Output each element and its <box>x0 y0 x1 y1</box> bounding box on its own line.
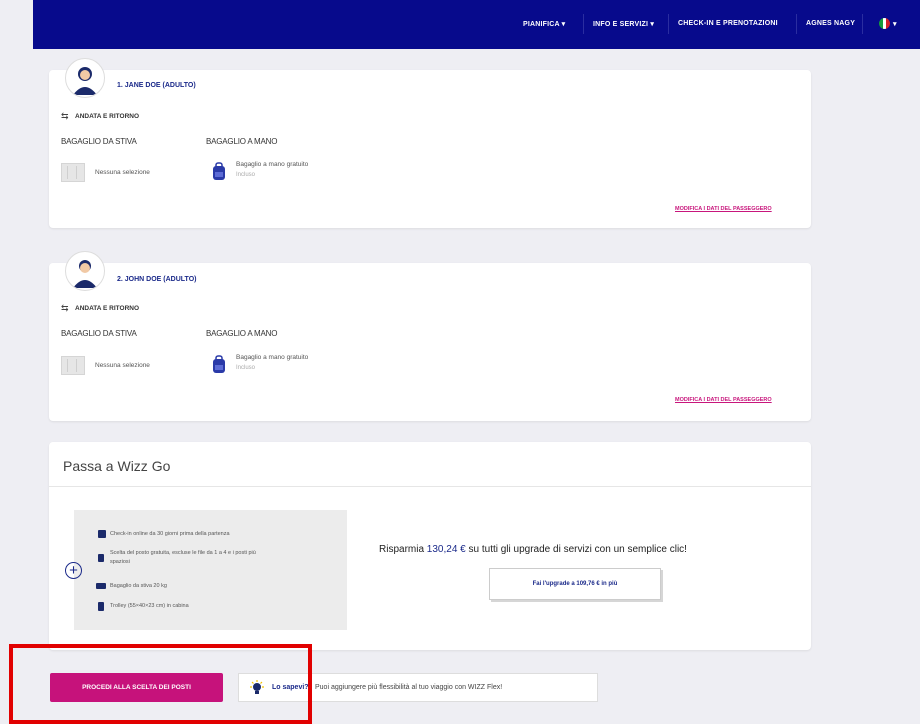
edit-passenger-link[interactable]: MODIFICA I DATI DEL PASSEGGERO <box>675 397 772 403</box>
calendar-icon <box>98 530 106 538</box>
suitcase-icon <box>61 356 85 375</box>
lightbulb-icon <box>250 680 264 694</box>
feature-item: Trolley (55×40×23 cm) in cabina <box>110 603 189 609</box>
nav-divider <box>668 14 669 34</box>
trip-type-label: ANDATA E RITORNO <box>75 113 140 120</box>
passenger-name: 2. JOHN DOE (ADULTO) <box>117 276 197 283</box>
tip-text: Puoi aggiungere più flessibilità al tuo … <box>315 684 503 691</box>
upgrade-button[interactable]: Fai l'upgrade a 109,76 € in più <box>489 568 661 600</box>
tip-heading: Lo sapevi? <box>272 684 309 691</box>
hold-baggage-heading: BAGAGLIO DA STIVA <box>61 329 137 338</box>
add-upgrade-plus-icon[interactable]: + <box>65 562 82 579</box>
nav-checkin-link[interactable]: CHECK-IN E PRENOTAZIONI <box>678 20 778 27</box>
feature-item: Scelta del posto gratuita, escluse le fi… <box>110 550 256 556</box>
suitcase-icon <box>61 163 85 182</box>
nav-user-menu[interactable]: AGNES NAGY <box>806 20 855 27</box>
hand-baggage-heading: BAGAGLIO A MANO <box>206 137 278 146</box>
wizz-go-title: Passa a Wizz Go <box>63 458 171 474</box>
hand-baggage-note: Incluso <box>236 172 256 178</box>
round-trip-icon: ⇆ <box>61 303 69 313</box>
nav-plan-menu[interactable]: PIANIFICA ▾ <box>523 20 565 28</box>
seat-icon <box>98 554 104 562</box>
luggage-icon <box>96 583 106 589</box>
divider <box>49 486 811 487</box>
nav-divider <box>796 14 797 34</box>
savings-text-suffix: su tutti gli upgrade di servizi con un s… <box>465 544 687 555</box>
nav-info-menu[interactable]: INFO E SERVIZI ▾ <box>593 20 654 28</box>
male-avatar-icon <box>65 251 105 291</box>
feature-item: Check-in online da 30 giorni prima della… <box>110 531 230 537</box>
savings-text-prefix: Risparmia <box>379 544 427 555</box>
passenger-card: 2. JOHN DOE (ADULTO) ⇆ ANDATA E RITORNO … <box>49 251 811 421</box>
passenger-name: 1. JANE DOE (ADULTO) <box>117 82 196 89</box>
savings-amount: 130,24 € <box>426 544 466 555</box>
feature-item: spaziosi <box>110 559 130 565</box>
hand-baggage-value: Bagaglio a mano gratuito <box>236 161 309 168</box>
hand-baggage-value: Bagaglio a mano gratuito <box>236 354 309 361</box>
hand-baggage-note: Incluso <box>236 365 256 371</box>
language-flag-icon[interactable] <box>879 18 890 29</box>
hand-baggage-heading: BAGAGLIO A MANO <box>206 329 278 338</box>
backpack-icon <box>213 162 225 180</box>
trip-type-label: ANDATA E RITORNO <box>75 305 140 312</box>
tip-banner: Lo sapevi? Puoi aggiungere più flessibil… <box>238 673 598 702</box>
feature-item: Bagaglio da stiva 20 kg <box>110 583 167 589</box>
nav-divider <box>583 14 584 34</box>
trolley-icon <box>98 602 104 611</box>
upgrade-features-box: Check-in online da 30 giorni prima della… <box>74 510 347 630</box>
round-trip-icon: ⇆ <box>61 111 69 121</box>
passenger-card: 1. JANE DOE (ADULTO) ⇆ ANDATA E RITORNO … <box>49 58 811 228</box>
nav-divider <box>862 14 863 34</box>
hold-baggage-value: Nessuna selezione <box>95 169 150 176</box>
wizz-go-card: Passa a Wizz Go Check-in online da 30 gi… <box>49 442 811 650</box>
top-nav-bar: PIANIFICA ▾ INFO E SERVIZI ▾ CHECK-IN E … <box>33 0 920 49</box>
backpack-icon <box>213 355 225 373</box>
hold-baggage-value: Nessuna selezione <box>95 362 150 369</box>
edit-passenger-link[interactable]: MODIFICA I DATI DEL PASSEGGERO <box>675 206 772 212</box>
female-avatar-icon <box>65 58 105 98</box>
proceed-to-seat-selection-button[interactable]: PROCEDI ALLA SCELTA DEI POSTI <box>50 673 223 702</box>
language-dropdown-icon[interactable]: ▾ <box>893 20 897 28</box>
savings-message: Risparmia 130,24 € su tutti gli upgrade … <box>379 544 687 555</box>
hold-baggage-heading: BAGAGLIO DA STIVA <box>61 137 137 146</box>
